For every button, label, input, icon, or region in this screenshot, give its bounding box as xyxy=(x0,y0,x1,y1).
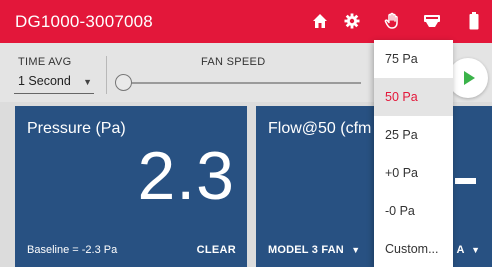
range-dropdown-arrow-icon: ▼ xyxy=(471,245,480,255)
fan-speed-slider-track[interactable] xyxy=(131,82,361,84)
time-avg-value: 1 Second xyxy=(18,74,71,88)
model-label: MODEL 3 FAN xyxy=(268,244,344,256)
device-title: DG1000-3007008 xyxy=(15,12,153,31)
time-avg-label: TIME AVG xyxy=(18,56,72,68)
menu-item-50-pa[interactable]: 50 Pa xyxy=(374,78,453,116)
divider xyxy=(106,56,107,94)
play-icon xyxy=(464,71,475,85)
hand-icon[interactable] xyxy=(380,9,404,33)
time-avg-select[interactable]: 1 Second ▼ xyxy=(14,74,94,94)
flow-value-dash xyxy=(455,178,476,184)
clear-button[interactable]: CLEAR xyxy=(197,244,236,256)
menu-item-minus-0-pa[interactable]: -0 Pa xyxy=(374,192,453,230)
flow-title: Flow@50 (cfm xyxy=(268,120,372,137)
model-dropdown-arrow-icon: ▼ xyxy=(351,245,361,255)
pressure-value: 2.3 xyxy=(137,138,235,214)
menu-item-custom[interactable]: Custom... xyxy=(374,230,453,267)
dropdown-arrow-icon: ▼ xyxy=(83,77,92,87)
range-label: A xyxy=(456,244,465,256)
fan-speed-label: FAN SPEED xyxy=(201,56,266,68)
menu-item-75-pa[interactable]: 75 Pa xyxy=(374,40,453,78)
home-icon[interactable] xyxy=(308,9,332,33)
battery-icon xyxy=(462,9,486,33)
pressure-card: Pressure (Pa) 2.3 Baseline = -2.3 Pa CLE… xyxy=(15,106,247,267)
range-select[interactable]: A ▼ xyxy=(456,244,480,256)
pressure-title: Pressure (Pa) xyxy=(27,120,126,137)
fan-speed-slider-thumb[interactable] xyxy=(115,74,132,91)
menu-item-25-pa[interactable]: 25 Pa xyxy=(374,116,453,154)
app-bar: DG1000-3007008 xyxy=(0,0,492,43)
gear-icon[interactable] xyxy=(340,9,364,33)
model-select[interactable]: MODEL 3 FAN ▼ xyxy=(268,244,360,256)
device-icon[interactable] xyxy=(420,9,444,33)
start-button[interactable] xyxy=(448,58,488,98)
menu-item-plus-0-pa[interactable]: +0 Pa xyxy=(374,154,453,192)
baseline-text: Baseline = -2.3 Pa xyxy=(27,244,118,256)
pressure-target-menu: 75 Pa 50 Pa 25 Pa +0 Pa -0 Pa Custom... xyxy=(374,40,453,267)
